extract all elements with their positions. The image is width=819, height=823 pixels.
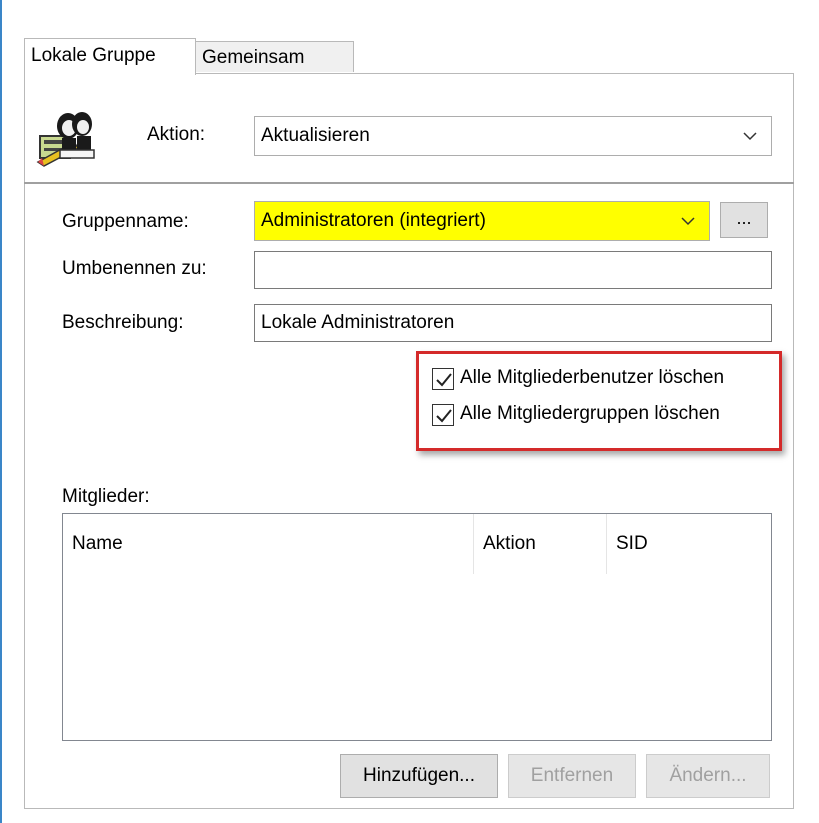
rename-label: Umbenennen zu: xyxy=(62,258,207,279)
group-name-label: Gruppenname: xyxy=(62,211,189,232)
chevron-down-icon xyxy=(743,132,757,141)
checkmark-icon xyxy=(436,409,452,423)
edit-member-button[interactable]: Ändern... xyxy=(646,754,770,798)
delete-member-users-checkbox[interactable] xyxy=(432,368,454,390)
tab-gemeinsam[interactable]: Gemeinsam xyxy=(195,41,354,72)
members-label: Mitglieder: xyxy=(62,486,150,507)
action-label: Aktion: xyxy=(147,124,206,145)
members-list[interactable]: Name Aktion SID xyxy=(62,513,772,741)
description-label: Beschreibung: xyxy=(62,312,184,333)
add-member-button[interactable]: Hinzufügen... xyxy=(340,754,498,798)
delete-member-users-label: Alle Mitgliederbenutzer löschen xyxy=(460,367,725,388)
checkmark-icon xyxy=(436,373,452,387)
group-name-dropdown[interactable]: Administratoren (integriert) xyxy=(254,201,710,241)
header-separator xyxy=(24,182,794,184)
browse-button[interactable]: ... xyxy=(720,202,768,238)
delete-member-groups-option[interactable]: Alle Mitgliedergruppen löschen xyxy=(432,401,772,431)
column-header-action[interactable]: Aktion xyxy=(474,514,606,574)
group-name-value: Administratoren (integriert) xyxy=(261,210,486,231)
column-header-sid[interactable]: SID xyxy=(607,514,771,574)
delete-member-groups-label: Alle Mitgliedergruppen löschen xyxy=(460,403,720,424)
delete-member-users-option[interactable]: Alle Mitgliederbenutzer löschen xyxy=(432,365,772,395)
title-area xyxy=(2,0,819,22)
column-header-name[interactable]: Name xyxy=(63,514,473,574)
window-edge xyxy=(0,0,2,823)
chevron-down-icon xyxy=(681,217,695,226)
action-value: Aktualisieren xyxy=(261,125,370,146)
description-field[interactable]: Lokale Administratoren xyxy=(254,304,772,342)
users-group-icon xyxy=(36,112,95,167)
action-dropdown[interactable]: Aktualisieren xyxy=(254,116,772,156)
tab-lokale-gruppe[interactable]: Lokale Gruppe xyxy=(24,38,196,75)
rename-field[interactable] xyxy=(254,251,772,289)
delete-member-groups-checkbox[interactable] xyxy=(432,404,454,426)
local-group-properties-dialog: Lokale Gruppe Gemeinsam Aktion: Aktualis… xyxy=(0,0,819,823)
remove-member-button[interactable]: Entfernen xyxy=(508,754,636,798)
